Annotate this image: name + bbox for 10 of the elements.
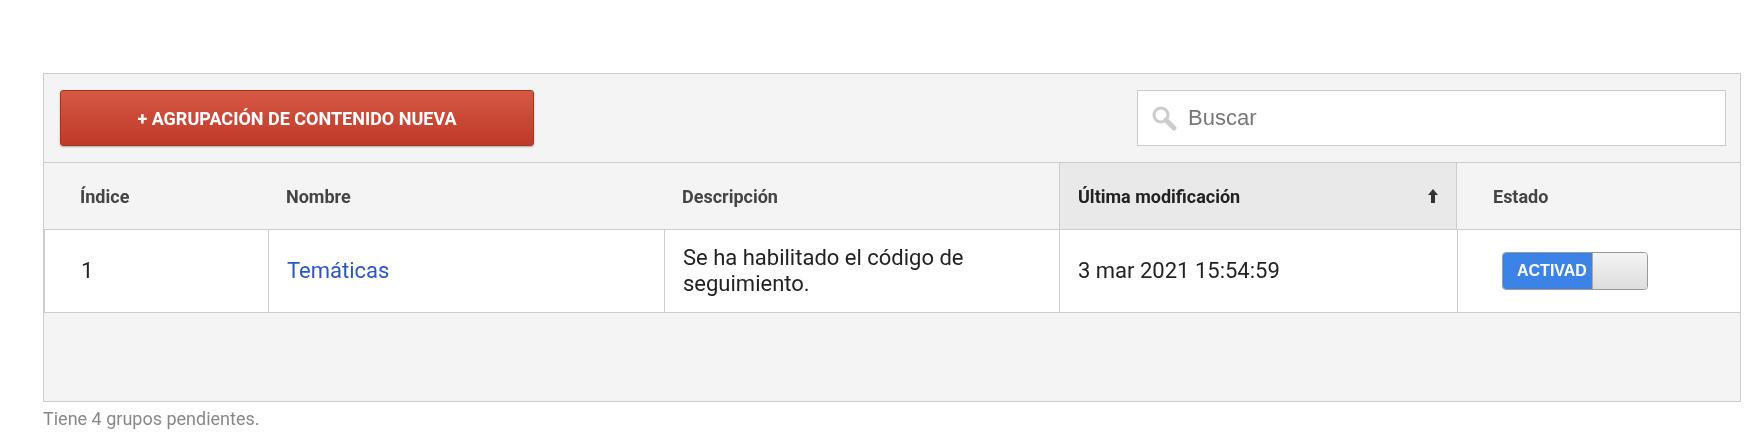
search-field[interactable]: Buscar xyxy=(1137,90,1726,146)
table-cell: 1 xyxy=(44,230,268,313)
name-link[interactable]: Temáticas xyxy=(287,257,390,285)
status-toggle[interactable]: ACTIVAD xyxy=(1502,252,1648,290)
table-cell: Se ha habilitado el código de seguimiento. xyxy=(664,230,1059,313)
table-cell: 3 mar 2021 15:54:59 xyxy=(1059,230,1457,313)
pending-groups-note: Tiene 4 grupos pendientes. xyxy=(43,408,261,429)
new-content-group-button[interactable]: + AGRUPACIÓN DE CONTENIDO NUEVA xyxy=(60,90,534,146)
column-header[interactable]: Última modificación xyxy=(1059,163,1457,230)
sort-arrow-icon xyxy=(1428,189,1438,203)
